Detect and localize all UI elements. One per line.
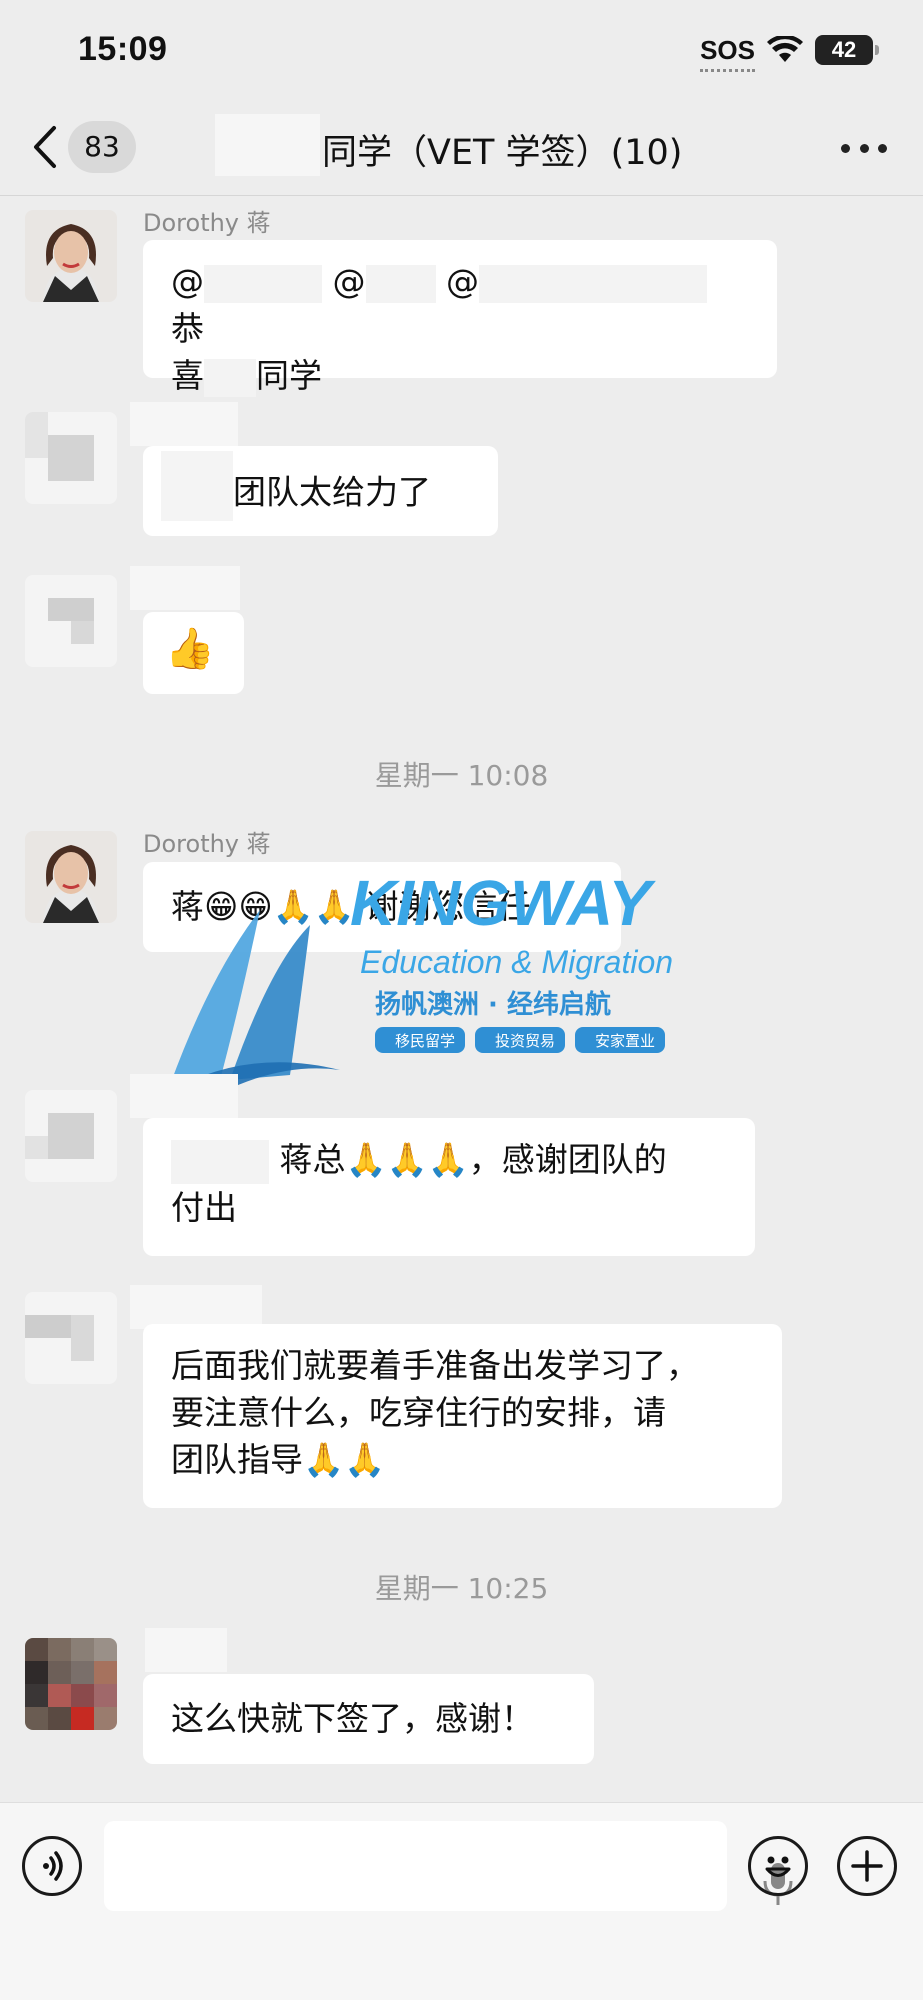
thumbs-up-emoji: 👍 [165, 626, 215, 672]
message-text: 蒋总🙏🙏🙏，感谢团队的 [279, 1140, 667, 1179]
message-bubble[interactable]: 后面我们就要着手准备出发学习了， 要注意什么，吃穿住行的安排，请 团队指导🙏🙏 [143, 1324, 782, 1508]
message-text: 付出 [171, 1187, 237, 1227]
message-text: 后面我们就要着手准备出发学习了， [171, 1346, 699, 1385]
sender-name: Dorothy 蒋 [143, 209, 271, 237]
timestamp: 星期一 10:25 [374, 1572, 549, 1605]
unread-count-badge[interactable]: 83 [68, 121, 136, 173]
chat-header: 83 同学（VET 学签）(10) [0, 100, 923, 196]
redacted-text [204, 264, 322, 303]
message-input[interactable] [104, 1821, 793, 1911]
watermark-tag: 投资贸易 [495, 1032, 555, 1050]
message-text: 恭 [171, 309, 204, 348]
input-bar [0, 1802, 923, 2000]
redacted-name [145, 1628, 227, 1672]
status-icons: SOS 42 [700, 30, 879, 72]
emoji-icon[interactable] [748, 1836, 808, 1896]
message-text: 蒋😁😁🙏🙏 谢谢您信任 [171, 887, 531, 926]
redacted-title-part [215, 114, 320, 176]
wifi-icon [767, 36, 803, 62]
redacted-name [130, 1285, 262, 1329]
mention: @ [446, 262, 479, 301]
status-time: 15:09 [78, 30, 168, 68]
avatar[interactable] [25, 575, 117, 667]
status-bar: 15:09 SOS 42 [0, 0, 923, 100]
avatar[interactable] [25, 210, 117, 302]
redacted-name [130, 566, 240, 610]
redacted-text [171, 1139, 269, 1184]
message-bubble[interactable]: 这么快就下签了，感谢！ [143, 1674, 594, 1764]
avatar[interactable] [25, 831, 117, 923]
redacted-name [130, 402, 238, 446]
sender-name: Dorothy 蒋 [143, 830, 271, 858]
timestamp: 星期一 10:08 [374, 759, 549, 792]
avatar[interactable] [25, 412, 117, 504]
message-text: 团队太给力了 [233, 472, 431, 512]
redacted-name [130, 1074, 238, 1118]
more-icon[interactable] [841, 144, 887, 156]
message-text: 团队指导🙏🙏 [171, 1440, 386, 1479]
watermark-tag: 移民留学 [395, 1032, 455, 1050]
avatar[interactable] [25, 1638, 117, 1730]
mention: @ [332, 262, 366, 301]
avatar[interactable] [25, 1292, 117, 1384]
redacted-text [365, 264, 436, 303]
message-text: 这么快就下签了，感谢！ [171, 1699, 534, 1738]
avatar[interactable] [25, 1090, 117, 1182]
message-bubble[interactable]: 团队太给力了 [143, 446, 498, 536]
watermark-slogan: 扬帆澳洲 · 经纬启航 [375, 989, 611, 1020]
watermark-tag: 安家置业 [595, 1032, 655, 1050]
message-bubble[interactable]: @ @ @ 恭 喜 同学 [143, 240, 777, 397]
sos-indicator: SOS [700, 34, 755, 72]
chat-title[interactable]: 同学（VET 学签）(10) [322, 124, 682, 175]
back-icon[interactable] [26, 122, 70, 172]
message-bubble[interactable]: 蒋😁😁🙏🙏 谢谢您信任 [143, 862, 621, 952]
message-bubble[interactable]: 👍 [143, 612, 244, 694]
message-text: 要注意什么，吃穿住行的安排，请 [171, 1393, 666, 1432]
plus-icon[interactable] [837, 1836, 897, 1896]
mention: @ [171, 262, 204, 301]
voice-icon[interactable] [22, 1836, 82, 1896]
battery-icon: 42 [815, 35, 879, 65]
redacted-text [161, 451, 233, 521]
redacted-text [204, 358, 256, 397]
redacted-text [479, 264, 707, 303]
message-bubble[interactable]: 蒋总🙏🙏🙏，感谢团队的 付出 [143, 1118, 755, 1256]
message-text: 同学 [256, 356, 322, 395]
message-text: 喜 [171, 356, 204, 395]
